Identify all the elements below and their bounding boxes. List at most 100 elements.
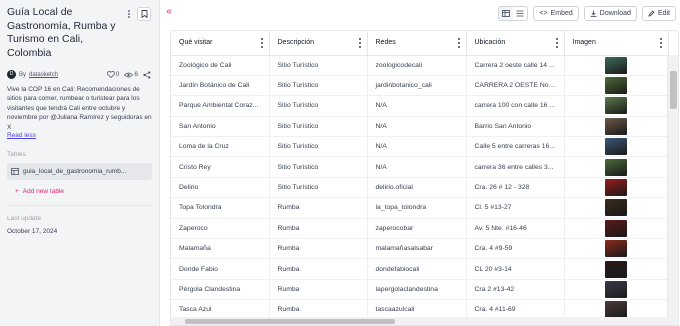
cell-ubicacion[interactable]: Cra. 26 # 12 - 328	[466, 177, 565, 199]
cell-redes[interactable]: delirio.oficial	[367, 177, 467, 199]
table-row[interactable]: Cristo Rey Sitio Turístico N/A carrera 36 e…	[171, 156, 669, 178]
cell-descripcion[interactable]: Sitio Turístico	[269, 75, 368, 97]
cell-redes[interactable]: malamañasalsabar	[367, 238, 467, 260]
column-header-que-visitar[interactable]: Qué visitar	[171, 31, 270, 56]
embed-button[interactable]: <> Embed	[533, 6, 579, 21]
cell-descripcion[interactable]: Sitio Turístico	[269, 95, 368, 117]
cell-redes[interactable]: zoologicodecali	[367, 55, 467, 76]
column-menu-icon[interactable]	[358, 38, 362, 48]
bookmark-button[interactable]	[137, 7, 151, 21]
cell-ubicacion[interactable]: CARRERA 2 OESTE No. 2...	[466, 75, 565, 97]
cell-imagen[interactable]	[564, 116, 669, 138]
cell-que-visitar[interactable]: San Antonio	[171, 116, 270, 138]
image-thumbnail[interactable]	[605, 138, 627, 156]
cell-que-visitar[interactable]: Zaperoco	[171, 218, 270, 240]
cell-ubicacion[interactable]: CL 20 #3-14	[466, 258, 565, 280]
cell-ubicacion[interactable]: carrera 100 con calle 16 ...	[466, 95, 565, 117]
table-row[interactable]: Zoológico de Cali Sitio Turístico zoologic…	[171, 55, 669, 76]
cell-que-visitar[interactable]: Parque Ambiental Coraz...	[171, 95, 270, 117]
table-row[interactable]: Pérgola Clandestina Rumba lapergolaclandes…	[171, 279, 669, 301]
table-row[interactable]: San Antonio Sitio Turístico N/A Barrio San …	[171, 116, 669, 138]
cell-imagen[interactable]	[564, 197, 669, 219]
cell-ubicacion[interactable]: carrera 36 entre calles 3...	[466, 156, 565, 178]
likes[interactable]: 0	[106, 71, 119, 78]
column-menu-icon[interactable]	[659, 38, 663, 48]
horizontal-scrollbar-thumb[interactable]	[185, 319, 395, 324]
table-row[interactable]: Loma de la Cruz Sitio Turístico N/A Calle 5…	[171, 136, 669, 158]
table-row[interactable]: Zaperoco Rumba zaperocobar Av. 5 Nte. #16-4…	[171, 218, 669, 240]
cell-imagen[interactable]	[564, 95, 669, 117]
cell-ubicacion[interactable]: Cra 2 #13-42	[466, 279, 565, 301]
table-row[interactable]: Malamaña Rumba malamañasalsabar Cra. 4 #9-5…	[171, 238, 669, 260]
image-thumbnail[interactable]	[605, 219, 627, 237]
cell-imagen[interactable]	[564, 238, 669, 260]
cell-redes[interactable]: N/A	[367, 95, 467, 117]
column-header-ubicacion[interactable]: Ubicación	[466, 31, 565, 56]
horizontal-scrollbar[interactable]	[171, 317, 668, 325]
cell-que-visitar[interactable]: Cristo Rey	[171, 156, 270, 178]
add-table-button[interactable]: + Add new table	[7, 188, 151, 195]
cell-descripcion[interactable]: Sitio Turístico	[269, 136, 368, 158]
image-thumbnail[interactable]	[605, 199, 627, 217]
scrollbar-thumb[interactable]	[670, 71, 677, 109]
cell-descripcion[interactable]: Rumba	[269, 279, 368, 301]
share-icon[interactable]	[143, 70, 151, 79]
cell-redes[interactable]: N/A	[367, 136, 467, 158]
list-view-button[interactable]	[513, 7, 527, 20]
image-thumbnail[interactable]	[605, 280, 627, 298]
cell-redes[interactable]: lapergolaclandestina	[367, 279, 467, 301]
edit-button[interactable]: Edit	[641, 6, 676, 21]
image-thumbnail[interactable]	[605, 158, 627, 176]
table-row[interactable]: Topa Tolondra Rumba la_topa_tolondra Cl. 5 …	[171, 197, 669, 219]
image-thumbnail[interactable]	[605, 117, 627, 135]
cell-que-visitar[interactable]: Malamaña	[171, 238, 270, 260]
cell-descripcion[interactable]: Sitio Turístico	[269, 156, 368, 178]
cell-imagen[interactable]	[564, 218, 669, 240]
image-thumbnail[interactable]	[605, 301, 627, 319]
column-menu-icon[interactable]	[260, 38, 264, 48]
image-thumbnail[interactable]	[605, 260, 627, 278]
cell-redes[interactable]: zaperocobar	[367, 218, 467, 240]
cell-imagen[interactable]	[564, 258, 669, 280]
table-row[interactable]: Delirio Sitio Turístico delirio.oficial Cra…	[171, 177, 669, 199]
column-header-redes[interactable]: Redes	[367, 31, 467, 56]
image-thumbnail[interactable]	[605, 97, 627, 115]
cell-descripcion[interactable]: Sitio Turístico	[269, 116, 368, 138]
cell-imagen[interactable]	[564, 156, 669, 178]
cell-que-visitar[interactable]: Pérgola Clandestina	[171, 279, 270, 301]
download-button[interactable]: Download	[583, 6, 637, 21]
column-menu-icon[interactable]	[555, 38, 559, 48]
cell-que-visitar[interactable]: Jardín Botánico de Cali	[171, 75, 270, 97]
cell-redes[interactable]: dondefabiocali	[367, 258, 467, 280]
read-less-link[interactable]: Read less	[7, 132, 151, 139]
cell-ubicacion[interactable]: Av. 5 Nte. #16-46	[466, 218, 565, 240]
cell-que-visitar[interactable]: Topa Tolondra	[171, 197, 270, 219]
cell-imagen[interactable]	[564, 55, 669, 76]
cell-descripcion[interactable]: Rumba	[269, 258, 368, 280]
author-link[interactable]: datasketch	[29, 72, 58, 78]
image-thumbnail[interactable]	[605, 240, 627, 258]
table-view-button[interactable]	[499, 7, 514, 20]
cell-imagen[interactable]	[564, 279, 669, 301]
cell-descripcion[interactable]: Sitio Turístico	[269, 55, 368, 76]
table-row[interactable]: Parque Ambiental Coraz... Sitio Turístico…	[171, 95, 669, 117]
cell-imagen[interactable]	[564, 136, 669, 158]
image-thumbnail[interactable]	[605, 179, 627, 197]
cell-descripcion[interactable]: Rumba	[269, 218, 368, 240]
cell-ubicacion[interactable]: Calle 5 entre carreras 16...	[466, 136, 565, 158]
cell-que-visitar[interactable]: Loma de la Cruz	[171, 136, 270, 158]
cell-redes[interactable]: la_topa_tolondra	[367, 197, 467, 219]
table-item[interactable]: guia_local_de_gastronomia_rumb...	[7, 163, 152, 181]
cell-ubicacion[interactable]: Cl. 5 #13-27	[466, 197, 565, 219]
image-thumbnail[interactable]	[605, 56, 627, 74]
image-thumbnail[interactable]	[605, 77, 627, 95]
column-menu-icon[interactable]	[457, 38, 461, 48]
cell-descripcion[interactable]: Rumba	[269, 238, 368, 260]
cell-imagen[interactable]	[564, 75, 669, 97]
cell-imagen[interactable]	[564, 177, 669, 199]
cell-que-visitar[interactable]: Donde Fabio	[171, 258, 270, 280]
more-options-icon[interactable]	[125, 8, 133, 20]
cell-descripcion[interactable]: Sitio Turístico	[269, 177, 368, 199]
cell-ubicacion[interactable]: Carrera 2 oeste calle 14 ...	[466, 55, 565, 76]
cell-ubicacion[interactable]: Cra. 4 #9-59	[466, 238, 565, 260]
